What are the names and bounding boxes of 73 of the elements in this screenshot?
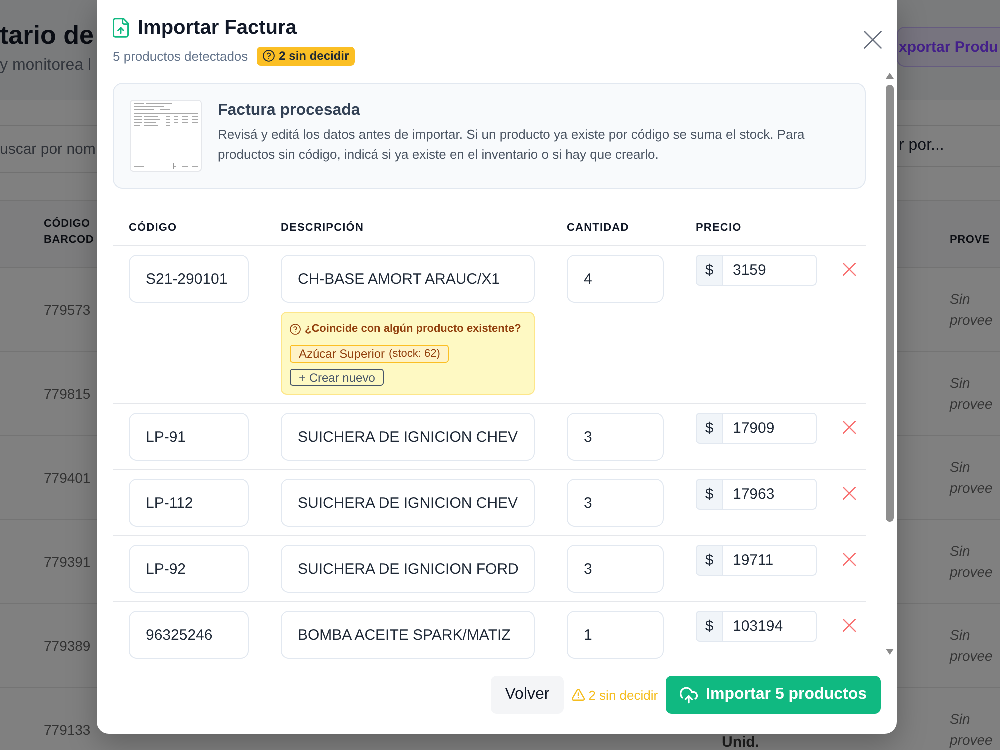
column-header: CÓDIGO BARCOD (44, 216, 96, 248)
column-header: CÓDIGO (128, 222, 178, 234)
quantity-input[interactable]: 1 (567, 611, 664, 659)
supplier-cell-text: Sin provee (950, 374, 994, 414)
delete-icon (843, 486, 856, 500)
barcode-cell-text: 779389 (44, 638, 92, 654)
price-input[interactable]: 3159 (722, 255, 817, 286)
back-button[interactable]: Volver (491, 676, 564, 714)
search-field[interactable]: uscar por nom (0, 125, 97, 173)
question-circle-icon (263, 50, 276, 62)
product-match-option[interactable]: Azúcar Superior (stock: 62) (290, 345, 450, 363)
description-input[interactable]: BOMBA ACEITE SPARK/MATIZ (281, 611, 535, 659)
quantity-input[interactable]: 3 (567, 479, 664, 527)
badge-label: 2 sin decidir (279, 49, 350, 63)
unit-cell-text: Unid. (722, 735, 760, 750)
delete-icon (843, 262, 856, 276)
description-input[interactable]: CH-BASE AMORT ARAUC/X1 (281, 255, 535, 303)
dialog-subtitle: 5 productos detectados (113, 48, 248, 64)
currency-addon: $ (696, 545, 722, 576)
scroll-down-arrow-icon[interactable] (886, 649, 894, 655)
file-upload-icon (113, 18, 129, 38)
code-input[interactable]: LP-91 (129, 413, 249, 461)
barcode-cell-text: 779391 (44, 554, 92, 570)
supplier-cell-text: Sin provee (950, 710, 994, 750)
dialog-title: Importar Factura (138, 16, 297, 41)
supplier-cell-text: Sin provee (950, 290, 994, 330)
description-input[interactable]: SUICHERA DE IGNICION FORD (281, 545, 535, 593)
quantity-input[interactable]: 3 (567, 413, 664, 461)
code-input[interactable]: LP-112 (129, 479, 249, 527)
delete-icon (843, 552, 856, 566)
column-header: DESCRIPCIÓN (280, 222, 365, 234)
price-input[interactable]: 19711 (722, 545, 817, 576)
supplier-cell-text: Sin provee (950, 542, 994, 582)
warning-triangle-icon (572, 689, 585, 701)
price-input[interactable]: 17909 (722, 413, 817, 444)
currency-addon: $ (696, 255, 722, 286)
page-title: tario de (0, 19, 94, 52)
question-circle-icon (290, 324, 301, 334)
description-input[interactable]: SUICHERA DE IGNICION CHEV (281, 413, 535, 461)
warning-text: 2 sin decidir (588, 688, 658, 702)
match-question: ¿Coincide con algún producto existente? (305, 323, 522, 335)
quantity-input[interactable]: 3 (567, 545, 664, 593)
price-input[interactable]: 17963 (722, 479, 817, 510)
info-title: Factura procesada (218, 101, 362, 121)
barcode-cell-text: 779133 (44, 722, 92, 738)
scrollbar-thumb[interactable] (886, 85, 894, 522)
code-input[interactable]: 96325246 (129, 611, 249, 659)
barcode-cell-text: 779401 (44, 470, 92, 486)
description-input[interactable]: SUICHERA DE IGNICION CHEV (281, 479, 535, 527)
create-new-button[interactable]: + Crear nuevo (290, 369, 384, 386)
close-button[interactable] (861, 28, 885, 52)
cloud-upload-icon (680, 686, 698, 704)
supplier-cell-text: Sin provee (950, 626, 994, 666)
close-icon (864, 31, 882, 49)
quantity-input[interactable]: 4 (567, 255, 664, 303)
info-text: Revisá y editá los datos antes de importar. Si un producto ya existe por código se suma el stock. Para productos sin código, indicá si ya existe en el inventario o si hay que crearlo. (218, 126, 806, 164)
barcode-cell-text: 779573 (44, 302, 92, 318)
column-header: CANTIDAD (566, 222, 630, 234)
column-header: PROVE (950, 233, 992, 248)
supplier-cell-text: Sin provee (950, 458, 994, 498)
currency-addon: $ (696, 611, 722, 642)
currency-addon: $ (696, 413, 722, 444)
column-header: PRECIO (695, 222, 743, 234)
barcode-cell-text: 779815 (44, 386, 92, 402)
code-input[interactable]: LP-92 (129, 545, 249, 593)
price-input[interactable]: 103194 (722, 611, 817, 642)
scroll-up-arrow-icon[interactable] (886, 73, 894, 79)
code-input[interactable]: S21-290101 (129, 255, 249, 303)
page-subtitle: y monitorea l (0, 56, 92, 76)
invoice-preview-drawing (130, 100, 202, 172)
delete-icon (843, 618, 856, 632)
currency-addon: $ (696, 479, 722, 510)
delete-icon (843, 420, 856, 434)
